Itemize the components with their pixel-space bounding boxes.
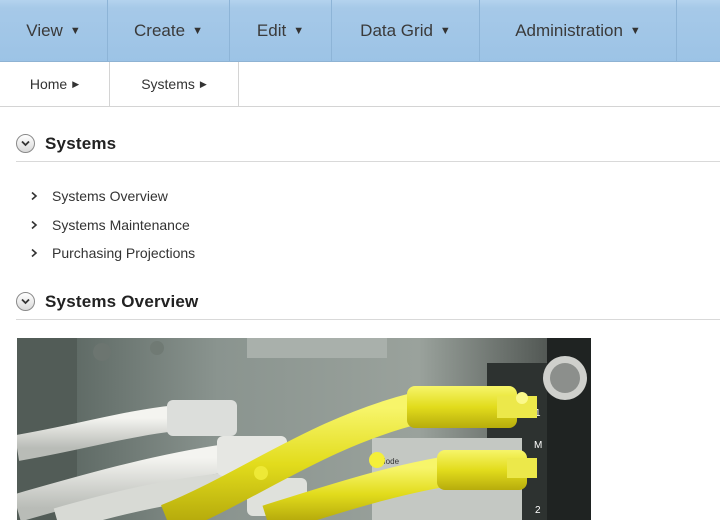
section-title: Systems [45,133,117,153]
port-label: M [534,440,542,451]
caret-down-icon: ▼ [293,25,305,37]
breadcrumb: Home ▶ Systems ▶ [0,62,720,107]
breadcrumb-home[interactable]: Home ▶ [0,62,110,106]
section-header-systems-overview: Systems Overview [16,284,720,320]
breadcrumb-systems[interactable]: Systems ▶ [110,62,239,106]
chevron-right-icon [30,191,42,201]
list-item[interactable]: Systems Overview [30,182,195,211]
caret-down-icon: ▼ [69,25,81,37]
menu-administration[interactable]: Administration ▼ [480,0,677,62]
menu-create-label: Create [134,21,186,40]
link-systems-overview[interactable]: Systems Overview [52,188,168,204]
caret-right-icon: ▶ [199,78,207,89]
port-label: 2 [535,505,541,516]
collapse-overview-button[interactable] [16,292,35,311]
link-purchasing-projections[interactable]: Purchasing Projections [52,245,195,261]
breadcrumb-home-label: Home [29,76,68,92]
caret-down-icon: ▼ [629,25,641,37]
systems-link-list: Systems Overview Systems Maintenance Pur… [30,182,195,268]
caret-down-icon: ▼ [192,25,203,37]
breadcrumb-systems-label: Systems [141,76,195,92]
menu-data-grid[interactable]: Data Grid ▼ [332,0,480,62]
chevron-down-icon [21,298,30,305]
network-cables-image: Mode 1 M 2 [17,338,591,520]
list-item[interactable]: Systems Maintenance [30,211,195,240]
menu-data-grid-label: Data Grid [360,21,433,40]
collapse-systems-button[interactable] [16,134,35,153]
chevron-right-icon [30,248,42,258]
chevron-down-icon [21,140,30,147]
chevron-right-icon [30,220,42,230]
list-item[interactable]: Purchasing Projections [30,239,195,268]
menu-view[interactable]: View ▼ [0,0,108,62]
caret-right-icon: ▶ [72,78,80,89]
section-title: Systems Overview [45,291,199,311]
menu-edit-label: Edit [256,21,287,40]
menu-edit[interactable]: Edit ▼ [230,0,332,62]
section-header-systems: Systems [16,126,720,162]
caret-down-icon: ▼ [439,25,451,37]
menu-view-label: View [26,21,63,40]
menu-create[interactable]: Create ▼ [108,0,230,62]
top-nav-bar: View ▼ Create ▼ Edit ▼ Data Grid ▼ Admin… [0,0,720,62]
link-systems-maintenance[interactable]: Systems Maintenance [52,217,190,233]
menu-administration-label: Administration [515,21,623,40]
